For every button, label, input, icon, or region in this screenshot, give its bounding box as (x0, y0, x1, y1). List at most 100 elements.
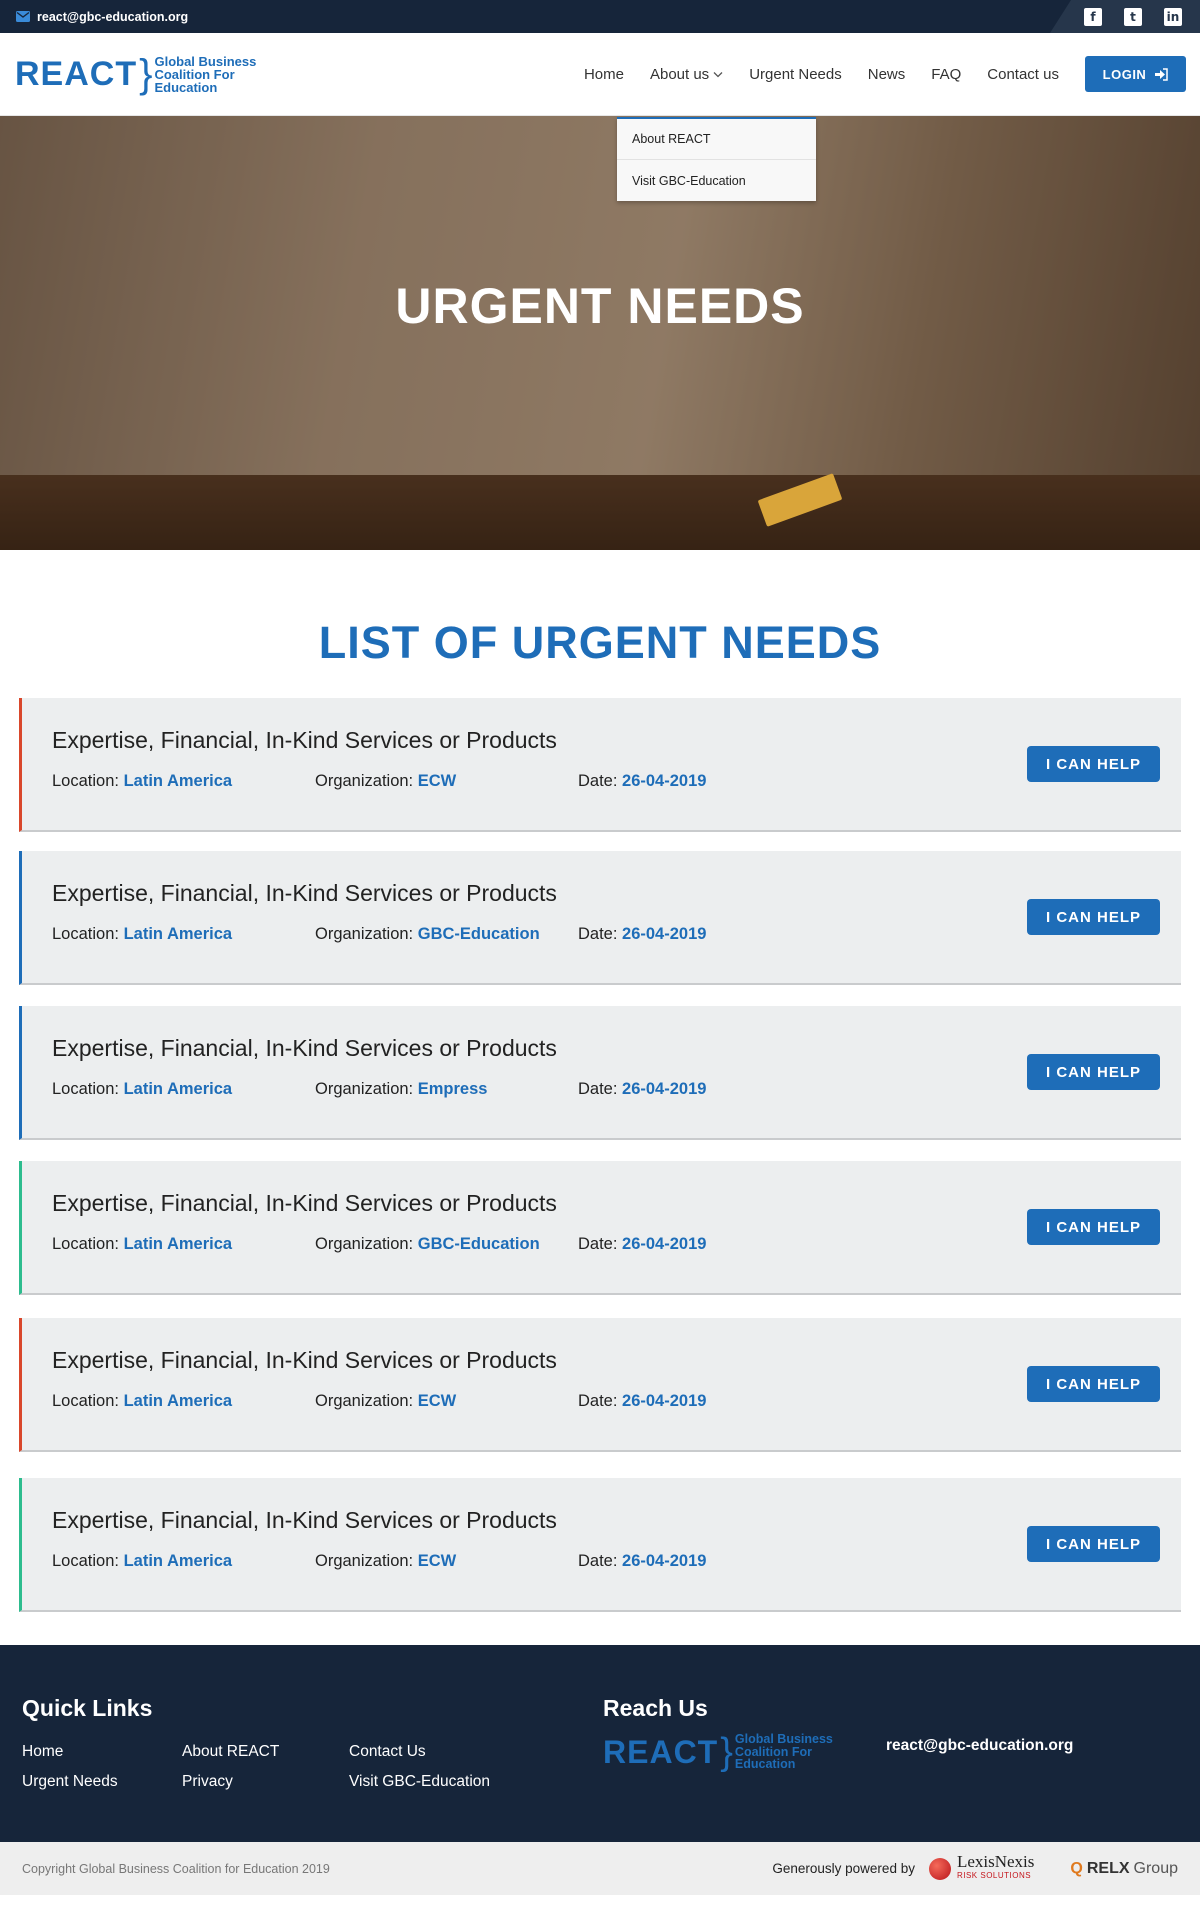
footer-react-logo: REACT } Global Business Coalition For Educ… (603, 1733, 833, 1771)
nav-contact[interactable]: Contact us (987, 66, 1059, 83)
i-can-help-button[interactable]: I CAN HELP (1027, 899, 1160, 935)
react-logo[interactable]: REACT } Global Business Coalition For Educ… (15, 54, 256, 94)
need-date: Date: 26-04-2019 (578, 1552, 707, 1570)
footer-link-visit-gbc[interactable]: Visit GBC-Education (349, 1773, 490, 1791)
powered-by: Generously powered by LexisNexis RISK SOL… (772, 1853, 1178, 1883)
location-link[interactable]: Latin America (124, 772, 233, 790)
hero-title: URGENT NEEDS (395, 278, 805, 334)
footer-email[interactable]: react@gbc-education.org (886, 1737, 1073, 1755)
login-label: LOGIN (1102, 66, 1147, 82)
lexisnexis-logo[interactable]: LexisNexis RISK SOLUTIONS (928, 1853, 1034, 1883)
logo-subtitle: Global Business Coalition For Education (154, 53, 257, 95)
urgent-needs-list: Expertise, Financial, In-Kind Services o… (0, 698, 1200, 1612)
need-location: Location: Latin America (52, 1080, 233, 1098)
topbar-email[interactable]: react@gbc-education.org (16, 10, 188, 24)
location-link[interactable]: Latin America (124, 1080, 233, 1098)
powered-by-text: Generously powered by (772, 1861, 915, 1876)
urgent-need-card: Expertise, Financial, In-Kind Services o… (19, 851, 1181, 985)
need-organization: Organization: Empress (315, 1080, 488, 1098)
relx-mark-icon: Q (1070, 1859, 1083, 1877)
location-link[interactable]: Latin America (124, 1235, 233, 1253)
nav-faq[interactable]: FAQ (931, 66, 961, 83)
need-organization: Organization: ECW (315, 1392, 457, 1410)
main-nav: Home About us Urgent Needs News FAQ Cont… (558, 56, 1186, 92)
need-date: Date: 26-04-2019 (578, 772, 707, 790)
organization-link[interactable]: ECW (418, 1552, 457, 1570)
need-organization: Organization: GBC-Education (315, 1235, 540, 1253)
need-meta: Location: Latin America Organization: ECW… (52, 1552, 1181, 1571)
location-link[interactable]: Latin America (124, 1392, 233, 1410)
i-can-help-button[interactable]: I CAN HELP (1027, 746, 1160, 782)
need-title: Expertise, Financial, In-Kind Services o… (52, 1035, 557, 1061)
organization-link[interactable]: GBC-Education (418, 1235, 540, 1253)
location-link[interactable]: Latin America (124, 925, 233, 943)
need-meta: Location: Latin America Organization: GBC… (52, 925, 1181, 944)
urgent-need-card: Expertise, Financial, In-Kind Services o… (19, 1006, 1181, 1140)
date-value: 26-04-2019 (622, 925, 707, 943)
need-meta: Location: Latin America Organization: ECW… (52, 1392, 1181, 1411)
urgent-need-card: Expertise, Financial, In-Kind Services o… (19, 1478, 1181, 1612)
footer-link-about-react[interactable]: About REACT (182, 1743, 279, 1761)
footer-link-home[interactable]: Home (22, 1743, 63, 1761)
need-organization: Organization: ECW (315, 772, 457, 790)
login-button[interactable]: LOGIN (1085, 56, 1186, 92)
date-value: 26-04-2019 (622, 1080, 707, 1098)
need-location: Location: Latin America (52, 1552, 233, 1570)
location-link[interactable]: Latin America (124, 1552, 233, 1570)
need-title: Expertise, Financial, In-Kind Services o… (52, 1190, 557, 1216)
nav-about-label: About us (649, 65, 710, 83)
date-value: 26-04-2019 (622, 1392, 707, 1410)
urgent-need-card: Expertise, Financial, In-Kind Services o… (19, 1318, 1181, 1452)
organization-link[interactable]: Empress (418, 1080, 488, 1098)
need-location: Location: Latin America (52, 1235, 233, 1253)
nav-news[interactable]: News (868, 66, 906, 83)
facebook-icon[interactable]: f (1084, 7, 1102, 26)
top-bar: react@gbc-education.org f t in (0, 0, 1200, 33)
logo-wordmark: REACT (15, 54, 138, 93)
relx-group-logo[interactable]: Q RELX Group (1070, 1860, 1178, 1878)
urgent-need-card: Expertise, Financial, In-Kind Services o… (19, 698, 1181, 832)
footer-link-urgent-needs[interactable]: Urgent Needs (22, 1773, 118, 1791)
quick-links-title: Quick Links (22, 1695, 153, 1721)
i-can-help-button[interactable]: I CAN HELP (1027, 1209, 1160, 1245)
need-location: Location: Latin America (52, 1392, 233, 1410)
footer-link-contact[interactable]: Contact Us (349, 1743, 426, 1761)
logo-brace: } (139, 52, 153, 96)
need-meta: Location: Latin America Organization: Emp… (52, 1080, 1181, 1099)
i-can-help-button[interactable]: I CAN HELP (1027, 1054, 1160, 1090)
need-date: Date: 26-04-2019 (578, 1235, 707, 1253)
section-title: LIST OF URGENT NEEDS (318, 617, 882, 668)
twitter-icon[interactable]: t (1124, 7, 1142, 26)
i-can-help-button[interactable]: I CAN HELP (1027, 1526, 1160, 1562)
need-date: Date: 26-04-2019 (578, 925, 707, 943)
bottom-bar: Copyright Global Business Coalition for … (0, 1842, 1200, 1895)
nav-home[interactable]: Home (584, 66, 624, 83)
need-title: Expertise, Financial, In-Kind Services o… (52, 1347, 557, 1373)
organization-link[interactable]: GBC-Education (418, 925, 540, 943)
urgent-need-card: Expertise, Financial, In-Kind Services o… (19, 1161, 1181, 1295)
footer-logo-brace: } (720, 1731, 733, 1773)
nav-urgent-needs[interactable]: Urgent Needs (749, 66, 842, 83)
footer-logo-wordmark: REACT (603, 1733, 719, 1770)
need-title: Expertise, Financial, In-Kind Services o… (52, 1507, 557, 1533)
sign-in-icon (1155, 67, 1169, 81)
envelope-icon (16, 11, 30, 22)
need-location: Location: Latin America (52, 772, 233, 790)
organization-link[interactable]: ECW (418, 772, 457, 790)
site-header: REACT } Global Business Coalition For Educ… (0, 33, 1200, 116)
copyright-text: Copyright Global Business Coalition for … (22, 1861, 330, 1876)
date-value: 26-04-2019 (622, 1552, 707, 1570)
need-meta: Location: Latin America Organization: GBC… (52, 1235, 1181, 1254)
social-links: f t in (1050, 0, 1200, 33)
topbar-email-text: react@gbc-education.org (37, 9, 189, 24)
about-dropdown-menu: About REACT Visit GBC-Education (617, 117, 816, 201)
linkedin-icon[interactable]: in (1164, 7, 1182, 26)
nav-about[interactable]: About us (650, 66, 723, 83)
i-can-help-button[interactable]: I CAN HELP (1027, 1366, 1160, 1402)
site-footer: Quick Links Home Urgent Needs About REAC… (0, 1645, 1200, 1842)
dropdown-item-about-react[interactable]: About REACT (617, 119, 816, 160)
footer-link-privacy[interactable]: Privacy (182, 1773, 233, 1791)
need-date: Date: 26-04-2019 (578, 1392, 707, 1410)
organization-link[interactable]: ECW (418, 1392, 457, 1410)
dropdown-item-visit-gbc[interactable]: Visit GBC-Education (617, 160, 816, 201)
